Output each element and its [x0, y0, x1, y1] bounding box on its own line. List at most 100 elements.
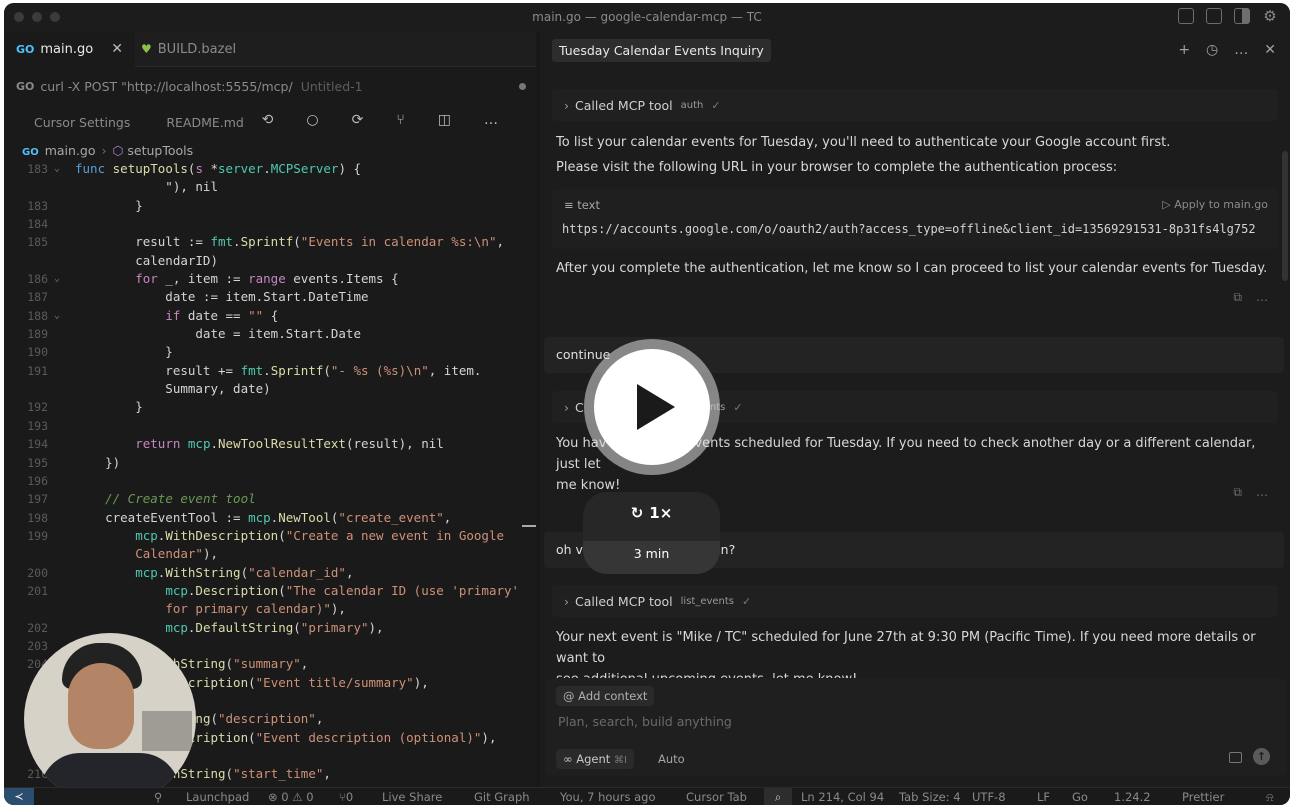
- code-block-content[interactable]: https://accounts.google.com/o/oauth2/aut…: [562, 222, 1268, 236]
- status-ports[interactable]: ⑂0: [339, 790, 353, 804]
- bell-icon[interactable]: ⍾: [1266, 790, 1274, 805]
- message-actions: ⧉ …: [1233, 485, 1268, 500]
- zoom-icon[interactable]: ⌕: [764, 788, 792, 805]
- code-line[interactable]: 200 mcp.WithString("calendar_id",: [4, 564, 536, 582]
- code-line[interactable]: for primary calendar)"),: [4, 600, 536, 618]
- go-file-icon: GO: [16, 79, 35, 93]
- gear-icon[interactable]: ⚙: [1262, 8, 1278, 24]
- status-tab-size[interactable]: Tab Size: 4: [899, 790, 961, 804]
- chat-input[interactable]: Plan, search, build anything: [558, 714, 732, 729]
- copy-icon[interactable]: ⧉: [1233, 290, 1242, 305]
- code-line[interactable]: 199 mcp.WithDescription("Create a new ev…: [4, 527, 536, 545]
- check-icon: ✓: [711, 98, 721, 112]
- status-git-graph[interactable]: Git Graph: [474, 790, 530, 804]
- code-line[interactable]: 186 ⌄ for _, item := range events.Items {: [4, 270, 536, 288]
- agent-mode-select[interactable]: ∞ Agent ⌘I: [556, 749, 634, 769]
- branch-compare-icon[interactable]: ⑂: [396, 112, 404, 128]
- code-line[interactable]: 197 // Create event tool: [4, 490, 536, 508]
- status-encoding[interactable]: UTF-8: [972, 790, 1006, 804]
- code-line[interactable]: 191 result += fmt.Sprintf("- %s (%s)\n",…: [4, 362, 536, 380]
- unsaved-dot-icon: [519, 83, 526, 90]
- code-line[interactable]: 183 ⌄ func setupTools(s *server.MCPServer)…: [4, 160, 536, 178]
- breadcrumb-file[interactable]: main.go: [45, 143, 96, 158]
- speed-control[interactable]: ↻ 1×: [583, 504, 720, 522]
- code-line[interactable]: 188 ⌄ if date == "" {: [4, 307, 536, 325]
- status-launchpad[interactable]: Launchpad: [186, 790, 249, 804]
- code-text: "), nil: [75, 179, 218, 195]
- status-position[interactable]: Ln 214, Col 94: [801, 790, 884, 804]
- add-context-button[interactable]: @ Add context: [556, 686, 655, 706]
- remote-icon[interactable]: ≺: [4, 788, 34, 805]
- chat-title[interactable]: Tuesday Calendar Events Inquiry: [552, 39, 771, 62]
- code-line[interactable]: 202 mcp.DefaultString("primary"),: [4, 619, 536, 637]
- status-eol[interactable]: LF: [1037, 790, 1050, 804]
- more-icon[interactable]: …: [1234, 42, 1248, 58]
- status-language[interactable]: Go: [1072, 790, 1088, 804]
- chat-scrollbar[interactable]: [1282, 151, 1288, 281]
- tab-cursor-settings[interactable]: Cursor Settings: [34, 115, 130, 130]
- send-icon[interactable]: ↑: [1253, 748, 1270, 765]
- status-cursor-tab[interactable]: Cursor Tab: [686, 790, 747, 804]
- status-live-share[interactable]: Live Share: [382, 790, 442, 804]
- code-line[interactable]: 189 date = item.Start.Date: [4, 325, 536, 343]
- code-text: date := item.Start.DateTime: [75, 289, 369, 305]
- curl-tab-row[interactable]: GO curl -X POST "http://localhost:5555/m…: [4, 71, 536, 101]
- fold-chevron-icon[interactable]: ⌄: [54, 307, 60, 325]
- status-problems[interactable]: ⊗ 0 ⚠ 0: [268, 790, 314, 804]
- code-line[interactable]: Calendar"),: [4, 545, 536, 563]
- tab-main-go[interactable]: GO main.go ✕: [4, 31, 135, 67]
- code-line[interactable]: 184: [4, 215, 536, 233]
- more-actions-icon[interactable]: …: [484, 112, 498, 128]
- image-icon[interactable]: [1229, 752, 1242, 763]
- fold-chevron-icon[interactable]: ⌄: [54, 270, 60, 288]
- playback-speed-panel[interactable]: ↻ 1× 3 min: [583, 492, 720, 574]
- code-line[interactable]: 196: [4, 472, 536, 490]
- status-prettier[interactable]: Prettier: [1182, 790, 1224, 804]
- code-line[interactable]: 201 mcp.Description("The calendar ID (us…: [4, 582, 536, 600]
- code-line[interactable]: 192 }: [4, 398, 536, 416]
- tool-call-auth[interactable]: › Called MCP tool auth ✓: [552, 89, 1278, 121]
- status-blame[interactable]: You, 7 hours ago: [560, 790, 655, 804]
- more-icon[interactable]: …: [1256, 485, 1268, 500]
- new-chat-icon[interactable]: +: [1178, 42, 1190, 58]
- breadcrumb-symbol[interactable]: setupTools: [127, 143, 193, 158]
- code-line[interactable]: 183 }: [4, 197, 536, 215]
- copy-icon[interactable]: ⧉: [1233, 485, 1242, 500]
- close-icon[interactable]: ✕: [1264, 42, 1276, 58]
- code-line[interactable]: 195 }): [4, 454, 536, 472]
- toggle-secondary-sidebar-icon[interactable]: [1234, 8, 1250, 24]
- message-actions: ⧉ …: [1233, 290, 1268, 305]
- code-line[interactable]: 185 result := fmt.Sprintf("Events in cal…: [4, 233, 536, 251]
- model-select[interactable]: Auto: [658, 752, 685, 766]
- go-forward-icon[interactable]: ⟳: [352, 112, 364, 128]
- code-text: if date == "" {: [165, 307, 279, 323]
- code-line[interactable]: Summary, date): [4, 380, 536, 398]
- tab-build-bazel[interactable]: ♥ BUILD.bazel: [129, 31, 248, 67]
- go-back-icon[interactable]: ⟲: [262, 112, 274, 128]
- code-line[interactable]: "), nil: [4, 178, 536, 196]
- code-line[interactable]: 190 }: [4, 343, 536, 361]
- apply-button[interactable]: ▷ Apply to main.go: [1162, 198, 1268, 211]
- more-icon[interactable]: …: [1256, 290, 1268, 305]
- tab-readme[interactable]: README.md: [166, 115, 244, 130]
- replay-speed-icon: ↻: [630, 504, 644, 522]
- fold-chevron-icon[interactable]: ⌄: [54, 160, 60, 178]
- code-line[interactable]: calendarID): [4, 252, 536, 270]
- status-go-version[interactable]: 1.24.2: [1114, 790, 1151, 804]
- history-icon[interactable]: ◷: [1206, 42, 1218, 58]
- toggle-primary-sidebar-icon[interactable]: [1178, 8, 1194, 24]
- message-line: To list your calendar events for Tuesday…: [556, 135, 1171, 150]
- speed-label: 1×: [649, 504, 673, 522]
- code-line[interactable]: 194 return mcp.NewToolResultText(result)…: [4, 435, 536, 453]
- toggle-panel-icon[interactable]: [1206, 8, 1222, 24]
- code-line[interactable]: 193: [4, 417, 536, 435]
- code-text: mcp.Description("The calendar ID (use 'p…: [165, 582, 520, 598]
- tool-call-list-events-2[interactable]: › Called MCP tool list_events ✓: [552, 585, 1278, 617]
- close-icon[interactable]: ✕: [111, 41, 123, 57]
- code-line[interactable]: 187 date := item.Start.DateTime: [4, 288, 536, 306]
- split-editor-icon[interactable]: ◫: [438, 112, 451, 128]
- code-line[interactable]: 198 createEventTool := mcp.NewTool("crea…: [4, 509, 536, 527]
- timeline-icon[interactable]: ○: [306, 112, 318, 128]
- agent-shortcut: ⌘I: [613, 755, 627, 766]
- tool-call-label: Called MCP tool: [575, 97, 673, 113]
